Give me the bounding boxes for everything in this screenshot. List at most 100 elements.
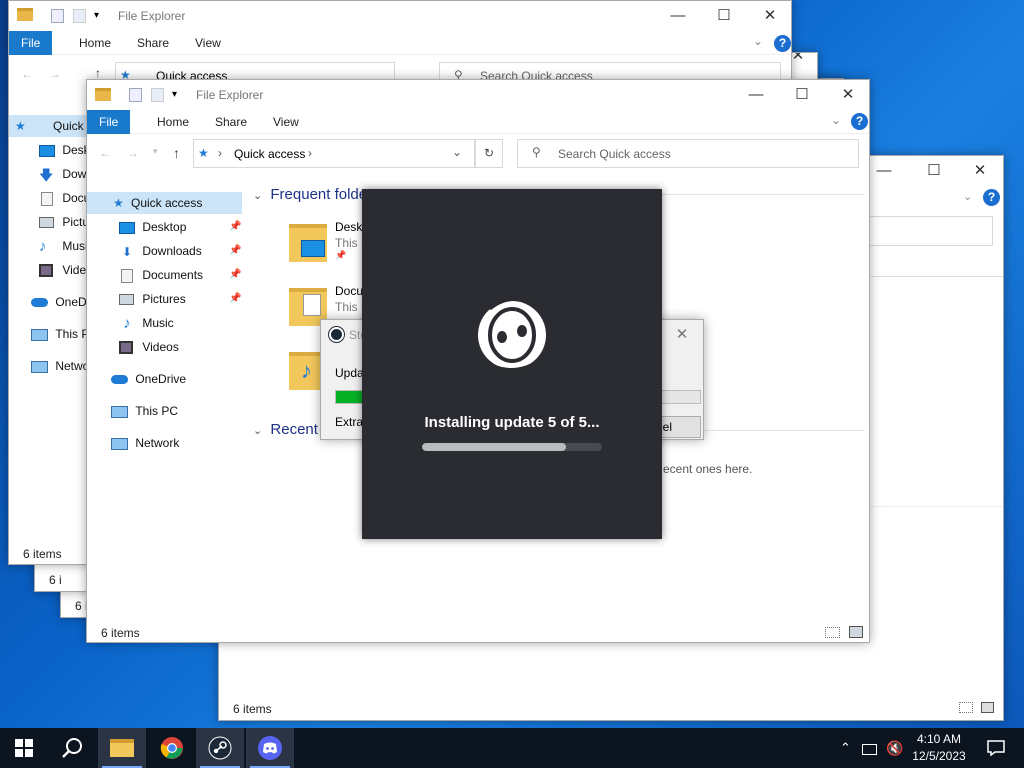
- nav-item-pictures[interactable]: Pictures 📌: [119, 288, 243, 310]
- quick-access-star-icon: ★: [198, 146, 209, 160]
- minimize-button[interactable]: —: [655, 1, 701, 31]
- nav-item-onedrive[interactable]: OneDrive: [111, 368, 186, 390]
- tab-view[interactable]: View: [265, 110, 307, 134]
- pin-icon[interactable]: 📌: [229, 216, 241, 238]
- frequent-folders-header[interactable]: ⌄ Frequent folde: [253, 186, 367, 203]
- search-box[interactable]: ⚲ Search Quick access: [517, 139, 859, 168]
- nav-item-videos[interactable]: Vide: [39, 259, 86, 281]
- pin-icon[interactable]: 📌: [229, 240, 241, 262]
- minimize-button[interactable]: —: [733, 80, 779, 110]
- tab-file[interactable]: File: [9, 31, 53, 55]
- folder-tile-music[interactable]: ♪: [285, 346, 327, 392]
- nav-item-this-pc[interactable]: This PC: [111, 400, 178, 422]
- new-folder-icon[interactable]: [73, 9, 86, 23]
- discord-icon: [258, 736, 282, 760]
- search-box[interactable]: [869, 216, 993, 246]
- up-arrow-icon[interactable]: ↑: [173, 145, 180, 161]
- chevron-down-icon[interactable]: ⌄: [753, 34, 763, 48]
- volume-muted-icon[interactable]: 🔇: [886, 728, 903, 768]
- taskbar-chrome[interactable]: [148, 728, 196, 768]
- stack-item-count: 6 i: [49, 573, 62, 587]
- nav-item-music[interactable]: ♪ Music: [119, 312, 174, 334]
- search-button[interactable]: [48, 728, 96, 768]
- up-arrow-icon[interactable]: ↑: [95, 66, 101, 80]
- close-button[interactable]: ✕: [747, 1, 791, 31]
- pin-icon[interactable]: 📌: [229, 288, 241, 310]
- customize-qat-icon[interactable]: ▾: [94, 10, 99, 21]
- chevron-down-icon[interactable]: ⌄: [831, 113, 841, 127]
- nav-item-videos[interactable]: Videos: [119, 336, 179, 358]
- large-icons-view-icon[interactable]: [981, 702, 994, 713]
- help-icon[interactable]: ?: [983, 189, 1000, 206]
- window-title: File Explorer: [118, 9, 186, 23]
- download-arrow-icon: ⬇: [121, 244, 133, 259]
- taskbar-file-explorer[interactable]: [98, 728, 146, 768]
- tab-home[interactable]: Home: [149, 110, 197, 134]
- address-dropdown-icon[interactable]: ⌄: [452, 145, 462, 159]
- tab-view[interactable]: View: [187, 31, 229, 55]
- back-arrow-icon[interactable]: ←: [99, 146, 111, 160]
- document-icon: [121, 268, 133, 283]
- nav-item-documents[interactable]: Documents 📌: [119, 264, 243, 286]
- install-progress-fill: [422, 443, 566, 451]
- help-icon[interactable]: ?: [851, 113, 868, 130]
- nav-item-network[interactable]: Network: [111, 432, 179, 454]
- cloud-icon: [111, 375, 128, 385]
- close-button[interactable]: ✕: [957, 156, 1003, 186]
- address-bar[interactable]: ★ › Quick access › ⌄: [193, 139, 475, 168]
- cloud-icon: [31, 298, 48, 308]
- nav-item-downloads[interactable]: ⬇ Downloads 📌: [119, 240, 243, 262]
- start-button[interactable]: [0, 728, 48, 768]
- nav-label: Quick: [53, 119, 84, 133]
- clock[interactable]: 4:10 AM 12/5/2023: [908, 731, 970, 765]
- maximize-button[interactable]: ☐: [779, 80, 825, 110]
- forward-arrow-icon[interactable]: →: [49, 67, 61, 81]
- network-status-icon[interactable]: [862, 728, 877, 768]
- nav-item-desktop[interactable]: Desktop 📌: [119, 216, 243, 238]
- recent-files-header[interactable]: ⌄ Recent f: [253, 421, 326, 438]
- nav-label: Music: [142, 316, 174, 330]
- network-icon: [111, 437, 128, 450]
- close-button[interactable]: ✕: [659, 320, 703, 350]
- refresh-button[interactable]: ↻: [475, 139, 503, 168]
- details-view-icon[interactable]: [959, 702, 973, 713]
- maximize-button[interactable]: ☐: [911, 156, 957, 186]
- recent-locations-icon[interactable]: ▾: [153, 146, 158, 157]
- nav-item-quick-access[interactable]: ★ Quick: [9, 115, 89, 137]
- details-view-icon[interactable]: [825, 627, 840, 638]
- properties-icon[interactable]: [51, 9, 64, 23]
- pin-icon: 📌: [335, 250, 347, 260]
- close-button[interactable]: ✕: [825, 80, 869, 110]
- tab-share[interactable]: Share: [207, 110, 255, 134]
- help-icon[interactable]: ?: [774, 35, 791, 52]
- taskbar-steam[interactable]: [196, 728, 244, 768]
- nav-item-this-pc[interactable]: This P: [31, 323, 89, 345]
- back-arrow-icon[interactable]: ←: [21, 67, 33, 81]
- nav-item-quick-access[interactable]: ★ Quick access: [87, 192, 242, 214]
- nav-item-pictures[interactable]: Pictu: [39, 211, 89, 233]
- address-text: Quick access: [234, 147, 306, 161]
- large-icons-view-icon[interactable]: [849, 626, 863, 638]
- nav-item-desktop[interactable]: Desk: [39, 139, 90, 161]
- pin-icon[interactable]: 📌: [229, 264, 241, 286]
- tab-file[interactable]: File: [87, 110, 131, 134]
- tab-share[interactable]: Share: [129, 31, 177, 55]
- nav-item-documents[interactable]: Docu: [39, 187, 90, 209]
- pictures-icon: [119, 294, 134, 306]
- properties-icon[interactable]: [129, 88, 142, 102]
- new-folder-icon[interactable]: [151, 88, 164, 102]
- forward-arrow-icon[interactable]: →: [127, 146, 139, 160]
- nav-item-network[interactable]: Netwo: [31, 355, 89, 377]
- chevron-down-icon: ⌄: [253, 425, 263, 437]
- customize-qat-icon[interactable]: ▾: [172, 89, 177, 100]
- chevron-down-icon[interactable]: ⌄: [963, 190, 972, 203]
- maximize-button[interactable]: ☐: [701, 1, 747, 31]
- action-center-button[interactable]: [972, 728, 1020, 768]
- nav-item-onedrive[interactable]: OneDr: [31, 291, 91, 313]
- navigation-pane: ★ Quick access Desktop 📌 ⬇ Downloads 📌 D…: [87, 188, 243, 468]
- nav-item-music[interactable]: ♪ Musi: [39, 235, 88, 257]
- nav-item-downloads[interactable]: 🡇 Dow: [39, 163, 86, 185]
- show-hidden-icons-chevron-icon[interactable]: ⌃: [840, 728, 851, 768]
- taskbar-discord[interactable]: [246, 728, 294, 768]
- tab-home[interactable]: Home: [71, 31, 119, 55]
